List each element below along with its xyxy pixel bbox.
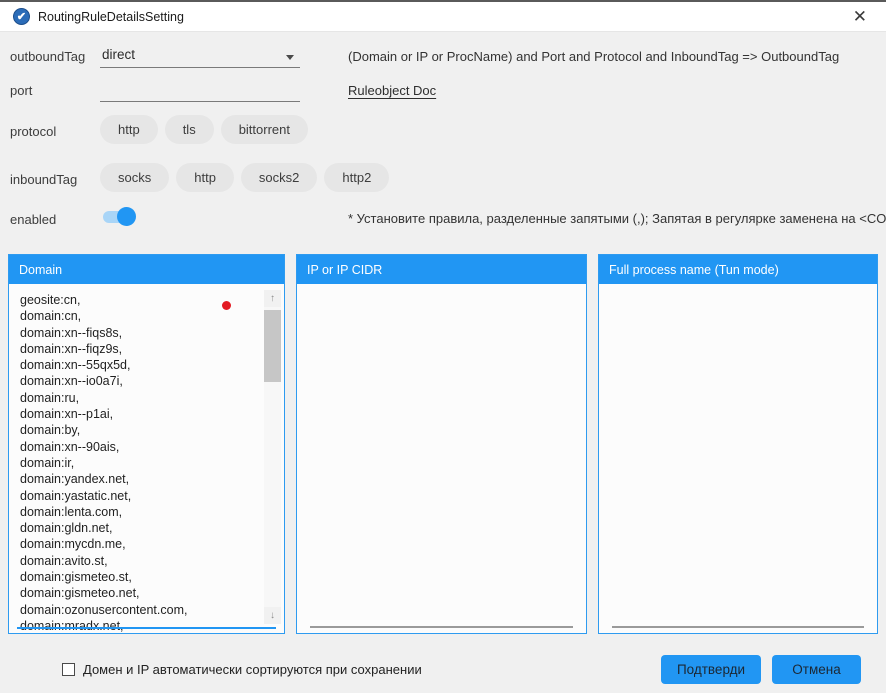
inbound-tag-chip[interactable]: socks xyxy=(100,163,169,192)
domain-panel: Domain geosite:cn, domain:cn, domain:xn-… xyxy=(8,254,285,634)
sort-checkbox[interactable] xyxy=(62,663,75,676)
port-input[interactable] xyxy=(100,79,300,102)
protocol-chip-group: httptlsbittorrent xyxy=(100,115,308,144)
port-label: port xyxy=(10,83,32,98)
domain-list-text: geosite:cn, domain:cn, domain:xn--fiqs8s… xyxy=(20,292,187,633)
rules-note-text: * Установите правила, разделенные запяты… xyxy=(348,211,886,226)
domain-scrollbar[interactable]: ↑ ↓ xyxy=(264,290,281,624)
chevron-down-icon xyxy=(286,55,294,60)
protocol-chip[interactable]: http xyxy=(100,115,158,144)
process-panel: Full process name (Tun mode) xyxy=(598,254,878,634)
enabled-toggle[interactable] xyxy=(103,207,136,227)
record-dot-icon xyxy=(222,301,231,310)
confirm-button[interactable]: Подтверди xyxy=(661,655,761,684)
cancel-button[interactable]: Отмена xyxy=(772,655,861,684)
inbound-tag-chip[interactable]: socks2 xyxy=(241,163,317,192)
ip-input-underline xyxy=(310,626,573,628)
protocol-chip[interactable]: bittorrent xyxy=(221,115,308,144)
note-clip: * Установите правила, разделенные запяты… xyxy=(348,210,886,228)
v2rayn-app-icon: ✔ xyxy=(13,8,30,25)
close-icon[interactable]: ✕ xyxy=(847,6,873,27)
domain-textarea[interactable]: geosite:cn, domain:cn, domain:xn--fiqs8s… xyxy=(9,284,284,633)
toggle-knob xyxy=(117,207,136,226)
inbound-tag-chip[interactable]: http xyxy=(176,163,234,192)
process-textarea[interactable] xyxy=(599,284,877,633)
scroll-down-icon[interactable]: ↓ xyxy=(264,607,281,624)
ip-panel: IP or IP CIDR xyxy=(296,254,587,634)
rule-formula-text: (Domain or IP or ProcName) and Port and … xyxy=(348,49,839,64)
scroll-up-icon[interactable]: ↑ xyxy=(264,290,281,307)
ip-panel-header: IP or IP CIDR xyxy=(297,255,586,284)
outbound-tag-label: outboundTag xyxy=(10,49,85,64)
domain-panel-header: Domain xyxy=(9,255,284,284)
outbound-tag-select[interactable]: direct xyxy=(100,45,300,68)
ip-textarea[interactable] xyxy=(297,284,586,633)
ruleobject-doc-link[interactable]: Ruleobject Doc xyxy=(348,83,436,98)
domain-focus-underline xyxy=(17,627,276,629)
enabled-label: enabled xyxy=(10,212,56,227)
sort-checkbox-label: Домен и IP автоматически сортируются при… xyxy=(83,662,422,677)
protocol-chip[interactable]: tls xyxy=(165,115,214,144)
process-input-underline xyxy=(612,626,864,628)
inbound-tag-chip[interactable]: http2 xyxy=(324,163,389,192)
window-title: RoutingRuleDetailsSetting xyxy=(38,10,184,24)
scrollbar-thumb[interactable] xyxy=(264,310,281,382)
inbound-tag-chip-group: sockshttpsocks2http2 xyxy=(100,163,389,192)
process-panel-header: Full process name (Tun mode) xyxy=(599,255,877,284)
title-bar: ✔ RoutingRuleDetailsSetting ✕ xyxy=(0,2,886,32)
outbound-tag-value: direct xyxy=(102,47,135,62)
protocol-label: protocol xyxy=(10,124,56,139)
inbound-tag-label: inboundTag xyxy=(10,172,77,187)
routing-rule-details-dialog: ✔ RoutingRuleDetailsSetting ✕ outboundTa… xyxy=(0,0,886,693)
